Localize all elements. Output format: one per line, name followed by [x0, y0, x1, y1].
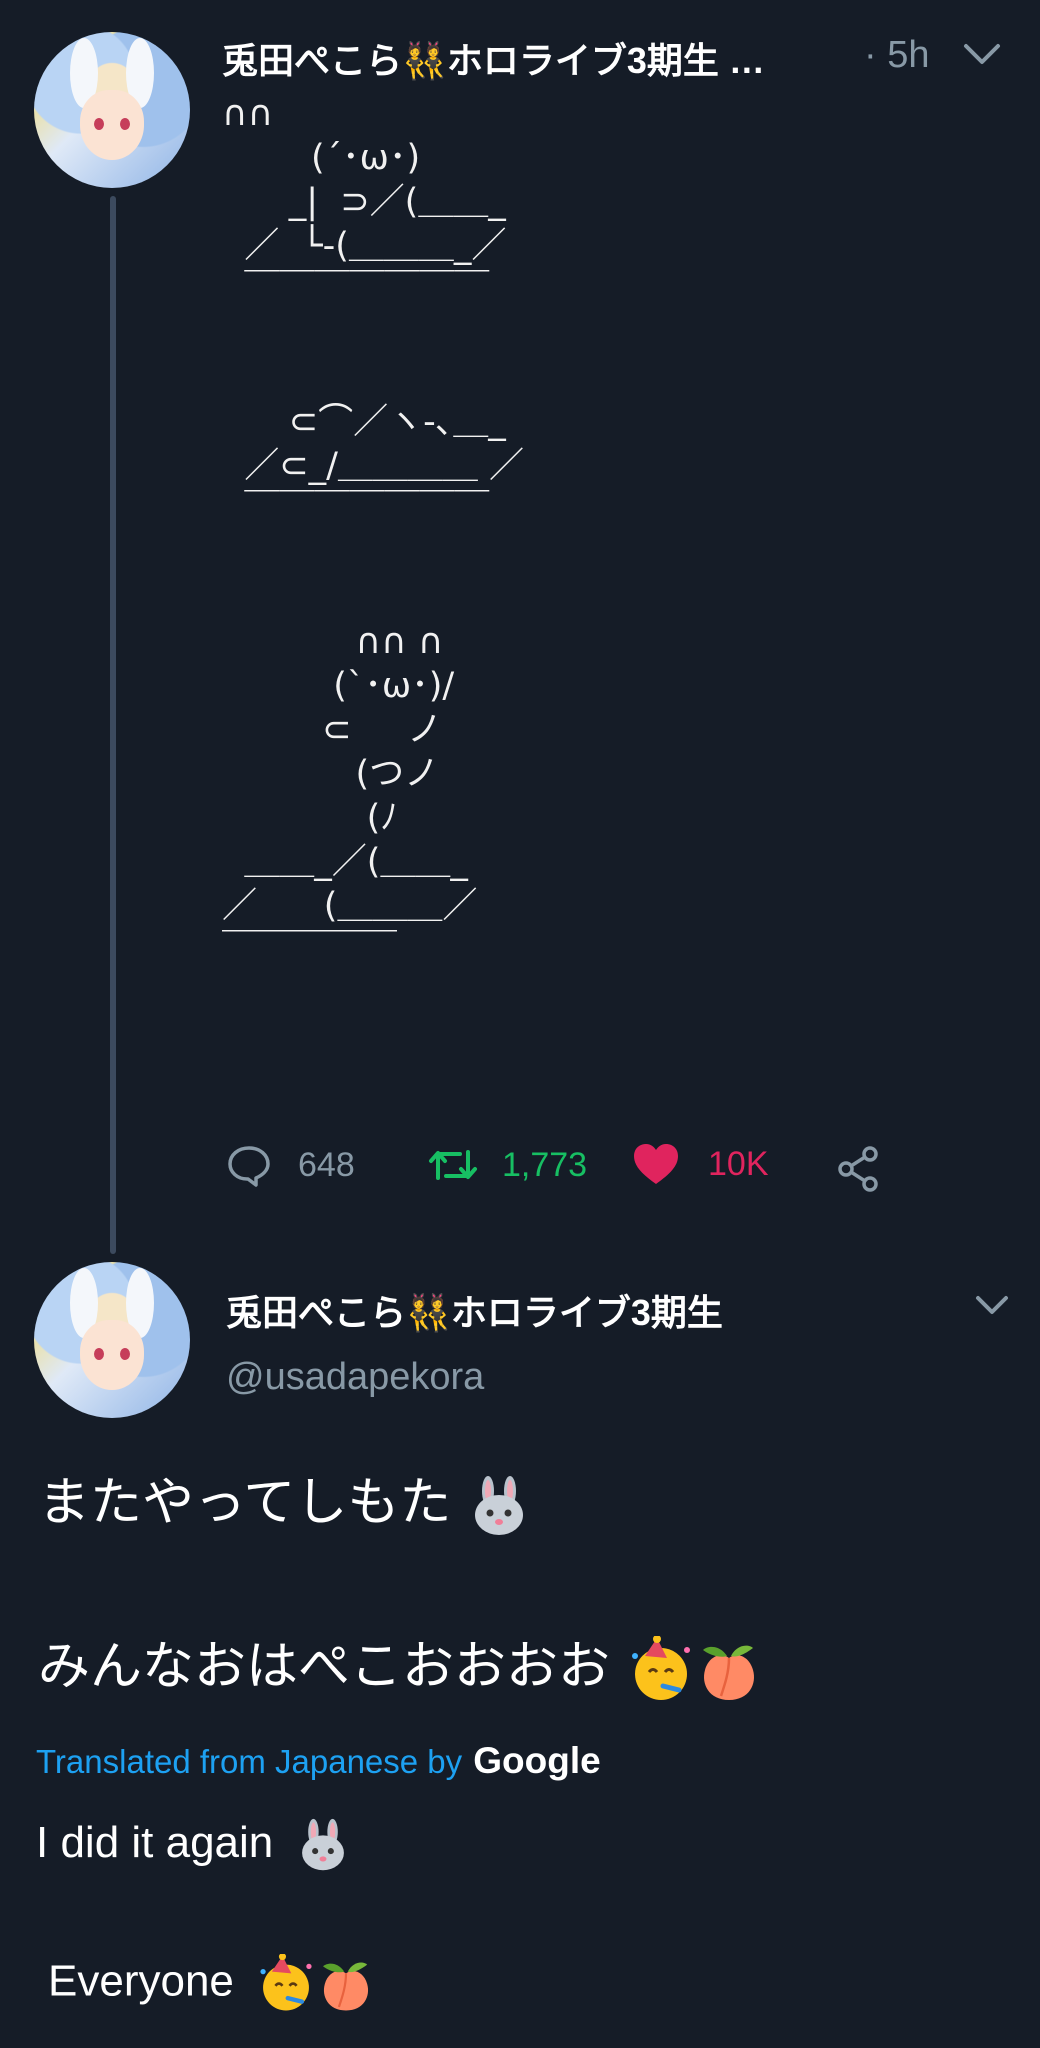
ascii-art-line: (ﾉ	[222, 798, 398, 838]
avatar[interactable]	[34, 1262, 190, 1418]
tweet-ascii-art: ∩∩ (´･ω･) _| ⊃／(＿＿_ ／ └-(＿＿＿_／ ￣￣￣￣￣￣￣ ⊂…	[222, 92, 1002, 972]
translated-text-line-2: Everyone	[48, 1953, 376, 2014]
rabbit-emoji	[296, 1818, 350, 1872]
retweet-button[interactable]: 1,773	[428, 1142, 587, 1188]
like-heart-icon	[634, 1144, 678, 1184]
chevron-down-icon[interactable]	[974, 1292, 1010, 1318]
ascii-art-line: ⊂⌒／ヽ-､＿_	[222, 402, 506, 442]
ascii-art-line	[222, 576, 1002, 620]
ascii-art-line: ￣￣￣￣￣￣￣	[222, 270, 490, 310]
ascii-art-line: ∩∩	[222, 94, 274, 134]
reply-button[interactable]: 648	[226, 1142, 355, 1188]
ascii-art-line: ￣￣￣￣￣	[222, 930, 398, 970]
ascii-art-line	[222, 532, 1002, 576]
retweet-count: 1,773	[502, 1145, 588, 1184]
display-name[interactable]: 兎田ぺこら👯ホロライブ3期生	[226, 1284, 723, 1336]
ascii-art-line: ⊂ ノ	[222, 710, 443, 750]
ascii-art-line: (つノ	[222, 754, 440, 794]
retweet-icon	[429, 1150, 477, 1180]
ascii-art-line	[222, 312, 1002, 356]
handle[interactable]: @usadapekora	[226, 1356, 484, 1399]
peach-emoji	[695, 1636, 763, 1704]
reply-count: 648	[298, 1145, 355, 1184]
timestamp[interactable]: · 5h	[864, 34, 929, 77]
ascii-art-line: ／ (＿＿＿／	[222, 886, 478, 926]
ascii-art-line: (´･ω･)	[222, 138, 421, 178]
party-face-emoji	[256, 1953, 316, 2014]
thread-line	[110, 196, 116, 1254]
ascii-art-line: (`･ω･)/	[222, 666, 455, 706]
share-icon[interactable]	[836, 1146, 882, 1192]
rabbit-emoji	[468, 1475, 530, 1537]
ascii-art-line: ＿＿_／(＿＿_	[222, 842, 468, 882]
reply-icon	[228, 1146, 270, 1187]
ascii-art-line: ／⊂_/＿＿＿＿ ／	[222, 446, 524, 486]
like-button[interactable]: 10K	[632, 1142, 769, 1186]
tweet-text-line-2: みんなおはぺこおおおお	[38, 1624, 763, 1704]
translation-attribution[interactable]: Translated from Japanese by Google	[36, 1740, 601, 1782]
tweet-text-line-1: またやってしもた	[38, 1460, 530, 1537]
ascii-art-line: ∩∩ ∩	[222, 622, 444, 662]
ascii-art-line: ／ └-(＿＿＿_／	[222, 226, 507, 266]
peach-emoji	[316, 1954, 376, 2014]
party-face-emoji	[627, 1635, 695, 1704]
ascii-art-line: _| ⊃／(＿＿_	[222, 182, 506, 222]
like-count: 10K	[708, 1144, 769, 1183]
translated-from-link[interactable]: Translated from Japanese by	[36, 1743, 462, 1780]
translated-text-line-1: I did it again	[36, 1818, 350, 1872]
display-name[interactable]: 兎田ぺこら👯ホロライブ3期生 …	[222, 32, 765, 84]
ascii-art-line: ￣￣￣￣￣￣￣	[222, 490, 490, 530]
google-logo: Google	[473, 1740, 601, 1781]
avatar[interactable]	[34, 32, 190, 188]
chevron-down-icon[interactable]	[962, 40, 1002, 68]
ascii-art-line	[222, 356, 1002, 400]
